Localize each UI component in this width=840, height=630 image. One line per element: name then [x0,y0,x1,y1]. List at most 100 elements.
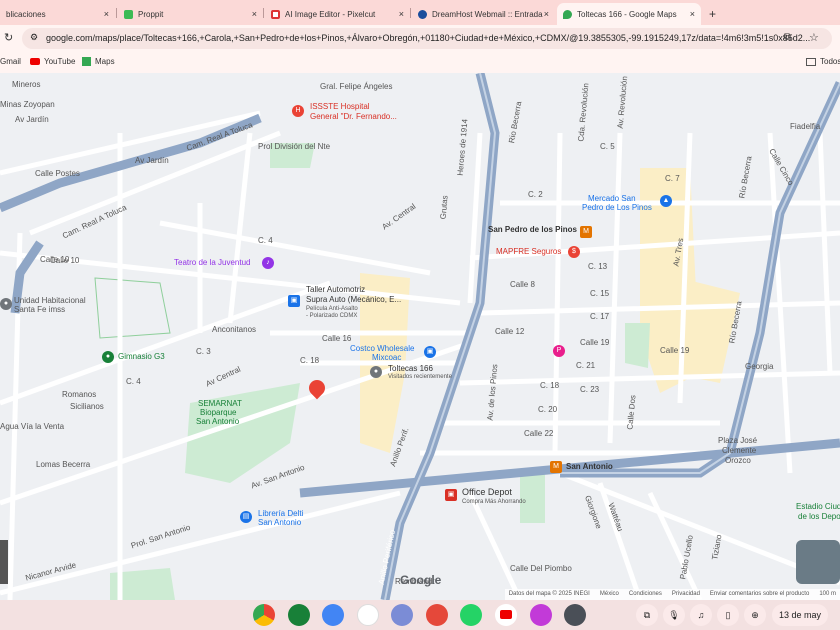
street-label: Prol División del Nte [258,142,331,151]
close-icon[interactable]: × [399,9,404,19]
close-icon[interactable]: × [544,9,549,19]
street-label: Anconitanos [212,325,257,334]
poi-label[interactable]: San Antonio [258,518,301,528]
bookmark-label: Todos [820,57,840,66]
bank-icon[interactable]: $ [568,246,580,258]
site-info-icon[interactable]: ⚙ [30,32,38,43]
poi-label[interactable]: General "Dr. Fernando... [310,112,397,122]
bookmark-star-icon[interactable]: ☆ [809,31,819,44]
poi-label[interactable]: - Polarizado CDMX [306,313,357,320]
poi-label[interactable]: Office Depot [462,487,512,498]
date-display[interactable]: 13 de may [772,604,828,626]
poi-label[interactable]: San Antonio [196,417,239,427]
tab-publicaciones[interactable]: blicaciones × [0,3,115,25]
feedback-link[interactable]: Enviar comentarios sobre el producto [710,591,809,598]
taskbar: ⧉ 🎙 ♫ ▯ ⊕ 13 de may [0,600,840,630]
poi-label[interactable]: Pedro de Los Pinos [582,203,652,213]
settings-icon[interactable] [564,604,586,626]
street-label: C. 3 [196,347,211,356]
close-icon[interactable]: × [690,9,695,19]
media-icon[interactable]: ♫ [690,604,712,626]
map-attribution: Datos del mapa © 2025 INEGI México Condi… [504,589,840,600]
poi-label[interactable]: Teatro de la Juventud [174,258,251,268]
sheets-app-icon[interactable] [288,604,310,626]
office-depot-icon[interactable]: ▣ [445,489,457,501]
poi-label[interactable]: Plaza José [718,436,757,446]
metro-icon[interactable]: M [550,461,562,473]
folder-icon [806,57,816,66]
pin-icon[interactable]: P [553,345,565,357]
bookmark-maps[interactable]: Maps [82,57,115,66]
bookmark-gmail[interactable]: Gmail [0,57,21,66]
street-label: C. 5 [600,142,615,151]
wps-office-icon[interactable] [426,604,448,626]
poi-label: Compra Más Ahorrando [462,499,526,505]
poi-label[interactable]: Orozco [725,456,751,466]
files-icon[interactable] [322,604,344,626]
transit-station-label[interactable]: San Antonio [566,462,613,472]
open-in-app-icon[interactable]: ⧉ [784,32,791,43]
privacy-link[interactable]: Privacidad [672,591,700,598]
street-label: C. 4 [126,377,141,386]
poi-label[interactable]: Clemente [722,446,756,456]
new-tab-button[interactable]: + [703,3,722,25]
close-icon[interactable]: × [252,9,257,19]
gym-icon[interactable]: ● [102,351,114,363]
region-link[interactable]: México [600,591,619,598]
whatsapp-icon[interactable] [460,604,482,626]
shopping-icon[interactable]: ▲ [660,195,672,207]
street-label: C. 17 [590,312,610,321]
reload-icon[interactable]: ↻ [4,31,13,44]
tab-proppit[interactable]: Proppit × [118,3,263,25]
poi-label[interactable]: ISSSTE Hospital [310,102,370,112]
chrome-icon[interactable] [253,604,275,626]
poi-label[interactable]: Mixcoac [372,353,401,363]
microphone-icon[interactable]: 🎙 [663,604,685,626]
layers-thumbnail[interactable] [796,540,840,584]
store-icon[interactable]: ▣ [424,346,436,358]
street-view-thumbnail[interactable] [0,540,8,584]
copyright: Datos del mapa © 2025 INEGI [508,591,590,597]
tab-pixelcut[interactable]: AI Image Editor - Pixelcut × [265,3,410,25]
poi-label[interactable]: Supra Auto (Mecánico, E... [306,295,401,305]
terms-link[interactable]: Condiciones [629,591,662,598]
url-text: google.com/maps/place/Toltecas+166,+Caro… [46,33,811,43]
phone-hub-icon[interactable]: ▯ [717,604,739,626]
poi-label[interactable]: Toltecas 166 [388,364,433,374]
poi-label[interactable]: Santa Fe imss [14,305,65,315]
poi-label[interactable]: Película Anti-Asalto [306,306,358,313]
screen-capture-icon[interactable]: ⧉ [636,604,658,626]
youtube-app-icon[interactable] [495,604,517,626]
tab-dreamhost[interactable]: DreamHost Webmail :: Entrada × [412,3,555,25]
tab-google-maps[interactable]: Toltecas 166 - Google Maps × [557,3,701,25]
map-canvas[interactable]: Gral. Felipe Ángeles Mineros Minas Zoyop… [0,73,840,600]
add-icon[interactable]: ⊕ [744,604,766,626]
all-bookmarks[interactable]: Todos [806,57,840,66]
poi-label[interactable]: Gimnasio G3 [118,352,165,362]
street-label: Calle 22 [524,429,554,438]
theater-icon[interactable]: ♪ [262,257,274,269]
place-icon[interactable]: ● [0,298,12,310]
hospital-icon[interactable]: H [292,105,304,117]
bookmark-youtube[interactable]: YouTube [30,57,75,66]
poi-label[interactable]: de los Depo [798,512,840,522]
street-label: Av Jardín [135,156,169,165]
recent-place-icon[interactable]: ● [370,366,382,378]
tab-strip: blicaciones × Proppit × AI Image Editor - … [0,0,840,25]
poi-label[interactable]: MAPFRE Seguros [496,247,561,257]
play-store-icon[interactable] [357,604,379,626]
poi-label[interactable]: Estadio Ciud [796,502,840,512]
close-icon[interactable]: × [104,9,109,19]
store-icon[interactable]: ▣ [288,295,300,307]
poi-label[interactable]: Taller Automotriz [306,285,365,295]
app-icon[interactable] [530,604,552,626]
transit-station-label[interactable]: San Pedro de los Pinos [488,225,577,235]
scale-bar[interactable]: 100 m [819,591,836,598]
gemini-icon[interactable] [391,604,413,626]
bookstore-icon[interactable]: ▤ [240,511,252,523]
tab-title: blicaciones [6,9,46,19]
bookmarks-bar: Gmail YouTube Maps Todos [0,52,840,73]
tab-title: AI Image Editor - Pixelcut [285,9,376,19]
metro-icon[interactable]: M [580,226,592,238]
address-bar[interactable]: ⚙ google.com/maps/place/Toltecas+166,+Car… [22,28,832,49]
